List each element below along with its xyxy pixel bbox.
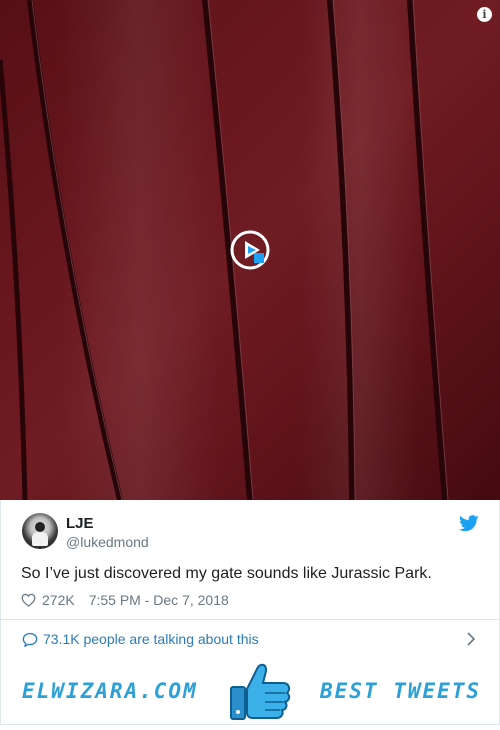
promo-banner[interactable]: ELWIZARA.COM BEST TWEETS bbox=[0, 657, 500, 725]
conversation-label[interactable]: 73.1K people are talking about this bbox=[43, 631, 259, 647]
speech-bubble-icon bbox=[22, 632, 38, 647]
display-name[interactable]: LJE bbox=[66, 515, 94, 532]
chevron-right-icon[interactable] bbox=[466, 632, 476, 646]
user-handle[interactable]: @lukedmond bbox=[66, 534, 149, 550]
video-player[interactable]: i bbox=[0, 0, 500, 500]
tweet-meta: 272K 7:55 PM - Dec 7, 2018 bbox=[21, 591, 229, 609]
twitter-bird-icon[interactable] bbox=[459, 515, 479, 532]
heart-icon[interactable] bbox=[21, 593, 36, 607]
tweet-timestamp[interactable]: 7:55 PM - Dec 7, 2018 bbox=[89, 592, 229, 608]
info-icon[interactable]: i bbox=[477, 7, 492, 22]
play-circle-icon[interactable] bbox=[229, 229, 271, 271]
conversation-link[interactable]: 73.1K people are talking about this bbox=[0, 619, 500, 658]
like-count[interactable]: 272K bbox=[42, 592, 75, 608]
best-tweets-label: BEST TWEETS bbox=[320, 679, 482, 703]
avatar[interactable] bbox=[22, 513, 58, 549]
thumbs-up-icon bbox=[230, 663, 291, 720]
site-label[interactable]: ELWIZARA.COM bbox=[22, 679, 198, 703]
tweet-text: So I’ve just discovered my gate sounds l… bbox=[21, 565, 432, 582]
